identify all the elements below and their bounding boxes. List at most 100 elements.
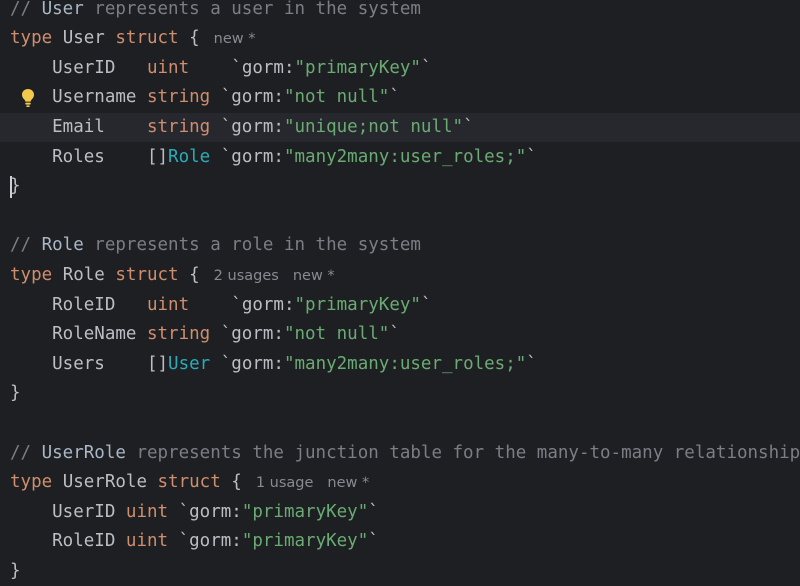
code-editor[interactable]: // User represents a user in the system t… <box>0 0 800 583</box>
code-token: ` <box>168 531 190 552</box>
code-token: gorm: <box>231 116 284 137</box>
code-token: Username <box>10 87 147 108</box>
code-token: RoleName <box>10 324 147 345</box>
code-line[interactable]: } <box>0 557 800 586</box>
code-token: gorm: <box>231 146 284 167</box>
code-token: Role <box>41 235 84 256</box>
code-line[interactable]: // UserRole represents the junction tabl… <box>0 439 800 469</box>
code-text: type UserRole struct {1 usage new * <box>10 468 369 499</box>
code-text: Roles []Role `gorm:"many2many:user_roles… <box>10 143 537 173</box>
code-token: User <box>168 353 211 374</box>
code-token: "not null" <box>283 324 390 345</box>
code-text: UserID uint `gorm:"primaryKey"` <box>10 498 379 528</box>
code-token: "primaryKey" <box>241 531 369 552</box>
code-line[interactable]: Roles []Role `gorm:"many2many:user_roles… <box>0 143 800 173</box>
code-token: ` <box>368 531 379 552</box>
code-token: uint <box>146 294 190 315</box>
code-text: type User struct {new * <box>10 24 256 55</box>
code-token: string <box>146 324 211 345</box>
code-line[interactable]: type Role struct {2 usages new * <box>0 261 800 291</box>
code-text: type Role struct {2 usages new * <box>10 261 335 292</box>
code-token: ` <box>210 146 232 167</box>
inlay-hint[interactable]: new * <box>293 268 335 284</box>
inlay-hint[interactable]: 2 usages <box>214 268 279 284</box>
code-text: RoleID uint `gorm:"primaryKey"` <box>10 527 379 557</box>
code-token: User <box>41 0 84 19</box>
code-token: ` <box>210 116 232 137</box>
code-token: type <box>10 28 53 49</box>
code-line[interactable]: type User struct {new * <box>0 24 800 54</box>
code-line[interactable]: } <box>0 379 800 409</box>
code-token: RoleID <box>10 294 147 315</box>
code-token: { <box>178 28 200 49</box>
code-line[interactable]: RoleID uint `gorm:"primaryKey"` <box>0 527 800 557</box>
code-token: ` <box>210 324 232 345</box>
code-token: "not null" <box>283 87 390 108</box>
code-token: ` <box>189 57 242 78</box>
code-token: gorm: <box>241 294 295 315</box>
code-token: Users <box>10 353 147 374</box>
code-token: [] <box>146 146 169 167</box>
code-token: } <box>10 383 21 404</box>
code-token: uint <box>146 57 190 78</box>
code-token: gorm: <box>241 57 295 78</box>
code-token: ` <box>389 324 400 345</box>
code-token: ` <box>168 501 190 522</box>
code-token: "unique;not null" <box>283 116 464 137</box>
code-token: UserID <box>10 57 147 78</box>
code-line[interactable]: UserID uint `gorm:"primaryKey"` <box>0 54 800 84</box>
code-line[interactable]: Username string `gorm:"not null"` <box>0 83 800 113</box>
code-text: // Role represents a role in the system <box>10 231 421 261</box>
code-line[interactable]: Users []User `gorm:"many2many:user_roles… <box>0 350 800 380</box>
code-line[interactable]: // Role represents a role in the system <box>0 231 800 261</box>
code-token: ` <box>420 294 432 315</box>
code-token: UserID <box>10 501 126 522</box>
code-token: Role <box>52 264 116 285</box>
code-token: gorm: <box>231 324 284 345</box>
code-line[interactable]: } <box>0 172 800 202</box>
code-line[interactable]: RoleName string `gorm:"not null"` <box>0 320 800 350</box>
code-token: } <box>10 560 21 581</box>
code-line[interactable] <box>0 202 800 232</box>
code-token: type <box>10 472 53 493</box>
code-token: RoleID <box>10 531 126 552</box>
code-line[interactable]: type UserRole struct {1 usage new * <box>0 468 800 498</box>
code-token: represents a user in the system <box>83 0 421 19</box>
inlay-hint[interactable]: 1 usage <box>256 475 314 491</box>
code-token: User <box>52 28 116 49</box>
code-token: ` <box>463 116 474 137</box>
code-text: } <box>10 379 21 409</box>
code-line[interactable] <box>0 409 800 439</box>
code-line[interactable]: RoleID uint `gorm:"primaryKey"` <box>0 291 800 321</box>
code-token: UserRole <box>52 472 158 493</box>
code-line[interactable]: // User represents a user in the system <box>0 0 800 24</box>
code-text: Email string `gorm:"unique;not null"` <box>10 113 474 143</box>
code-text: RoleID uint `gorm:"primaryKey"` <box>10 291 431 321</box>
inlay-hint[interactable]: new * <box>327 475 369 491</box>
code-token: ` <box>189 294 242 315</box>
code-line[interactable]: Email string `gorm:"unique;not null"` <box>0 112 800 143</box>
code-token: "primaryKey" <box>294 294 421 315</box>
code-token: } <box>10 176 21 197</box>
code-line[interactable]: UserID uint `gorm:"primaryKey"` <box>0 498 800 528</box>
code-token: "primaryKey" <box>241 501 369 522</box>
code-token: Role <box>168 146 211 167</box>
code-token: struct <box>115 264 179 285</box>
code-token: // <box>10 235 42 256</box>
code-token: struct <box>157 472 221 493</box>
code-text: // UserRole represents the junction tabl… <box>10 439 800 469</box>
code-token: type <box>10 264 53 285</box>
code-token: // <box>10 0 42 19</box>
code-token: ` <box>210 87 232 108</box>
code-token: gorm: <box>189 531 242 552</box>
code-token: gorm: <box>231 353 284 374</box>
code-token: represents a role in the system <box>83 235 421 256</box>
code-token: ` <box>526 146 537 167</box>
code-text: // User represents a user in the system <box>10 0 421 24</box>
code-token: { <box>178 264 200 285</box>
code-token: "many2many:user_roles;" <box>283 353 527 374</box>
code-text: } <box>10 172 21 202</box>
code-token: { <box>220 472 242 493</box>
inlay-hint[interactable]: new * <box>214 31 256 47</box>
code-token: ` <box>210 353 232 374</box>
